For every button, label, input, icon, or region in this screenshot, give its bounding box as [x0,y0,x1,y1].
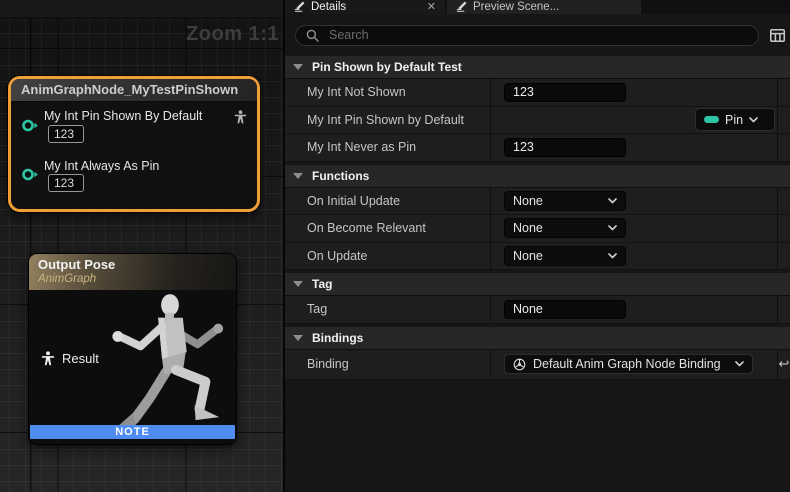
details-icon [456,1,467,15]
unreal-anim-blueprint-window: Zoom 1:1 AnimGraphNode_MyTestPinShown My… [0,0,790,492]
property-label: On Become Relevant [285,215,491,242]
mannequin-image [105,291,233,442]
property-row-my-int-never-as-pin: My Int Never as Pin [285,134,790,162]
pin-label: My Int Pin Shown By Default [44,109,202,123]
search-input[interactable] [327,27,748,43]
on-become-relevant-dropdown[interactable]: None [504,218,626,238]
tab-preview-scene[interactable]: Preview Scene... [447,0,641,14]
property-label: My Int Not Shown [285,79,491,106]
chevron-down-icon [293,281,303,287]
details-property-list: Pin Shown by Default Test My Int Not Sho… [285,56,790,492]
property-row-binding: Binding Default Anim Graph Node Binding [285,350,790,380]
output-pose-header: Output Pose AnimGraph [29,254,236,290]
chevron-down-icon [735,361,744,367]
chevron-down-icon [608,253,617,259]
details-search-row: ⚙ [285,14,790,56]
details-icon [294,1,305,15]
section-title: Bindings [312,331,363,345]
node-title: AnimGraphNode_MyTestPinShown [11,79,257,102]
property-label: My Int Pin Shown by Default [285,107,491,134]
property-label: Binding [285,350,491,379]
chevron-down-icon [293,64,303,70]
int-pin-icon[interactable] [21,118,39,138]
section-title: Functions [312,169,369,183]
chevron-down-icon [293,173,303,179]
section-functions[interactable]: Functions [285,165,790,188]
on-initial-update-dropdown[interactable]: None [504,191,626,211]
search-icon [306,29,319,42]
output-pose-node[interactable]: Output Pose AnimGraph [28,253,237,445]
tab-details[interactable]: Details ✕ [285,0,445,14]
section-title: Tag [312,277,332,291]
property-row-on-initial-update: On Initial Update None [285,188,790,216]
result-pin-icon[interactable] [41,351,55,366]
search-box[interactable] [295,25,759,46]
pin-value-input[interactable]: 123 [48,174,84,192]
property-label: On Initial Update [285,188,491,215]
close-icon[interactable]: ✕ [427,0,436,14]
tab-details-label: Details [311,1,346,13]
chevron-down-icon [608,198,617,204]
property-matrix-icon[interactable] [770,29,785,42]
section-bindings[interactable]: Bindings [285,327,790,350]
details-tabbar: Details ✕ Preview Scene... [285,0,790,14]
pin-value-input[interactable]: 123 [48,125,84,143]
output-pose-title: Output Pose [38,257,227,272]
section-tag[interactable]: Tag [285,273,790,296]
property-row-my-int-not-shown: My Int Not Shown [285,79,790,107]
dropdown-value: None [513,249,543,263]
note-badge: NOTE [30,425,235,439]
dropdown-value: None [513,221,543,235]
my-int-never-as-pin-input[interactable] [504,138,626,157]
chevron-down-icon [293,335,303,341]
chevron-down-icon [749,117,758,123]
output-pose-subtitle: AnimGraph [38,273,227,285]
pin-label: My Int Always As Pin [44,159,159,173]
property-label: On Update [285,243,491,270]
section-pin-shown-by-default-test[interactable]: Pin Shown by Default Test [285,56,790,79]
pin-mode-label: Pin [725,113,743,127]
property-label: My Int Never as Pin [285,134,491,161]
pin-person-icon[interactable] [234,110,247,129]
details-panel: Details ✕ Preview Scene... [283,0,790,492]
tab-preview-scene-label: Preview Scene... [473,1,559,13]
property-row-on-update: On Update None [285,243,790,271]
section-title: Pin Shown by Default Test [312,60,462,74]
graph-top-strip [0,0,283,18]
binding-icon [513,358,526,371]
pin-mode-dropdown[interactable]: Pin [695,108,775,131]
property-label: Tag [285,296,491,323]
binding-value: Default Anim Graph Node Binding [533,357,721,371]
anim-graph-node-mytestpinshown[interactable]: AnimGraphNode_MyTestPinShown My Int Pin … [8,76,260,212]
result-pin-label: Result [62,351,99,366]
pin-capsule-icon [704,116,719,123]
on-update-dropdown[interactable]: None [504,246,626,266]
anim-graph-canvas[interactable]: Zoom 1:1 AnimGraphNode_MyTestPinShown My… [0,0,283,492]
chevron-down-icon [608,225,617,231]
zoom-level-indicator: Zoom 1:1 [186,23,279,46]
tag-input[interactable] [504,300,626,319]
property-row-on-become-relevant: On Become Relevant None [285,215,790,243]
property-row-tag: Tag [285,296,790,324]
reset-to-default-icon[interactable]: ↩ [779,356,790,372]
dropdown-value: None [513,194,543,208]
int-pin-icon[interactable] [21,167,39,187]
my-int-not-shown-input[interactable] [504,83,626,102]
binding-dropdown[interactable]: Default Anim Graph Node Binding [504,354,753,374]
property-row-my-int-pin-shown-by-default: My Int Pin Shown by Default Pin [285,107,790,135]
